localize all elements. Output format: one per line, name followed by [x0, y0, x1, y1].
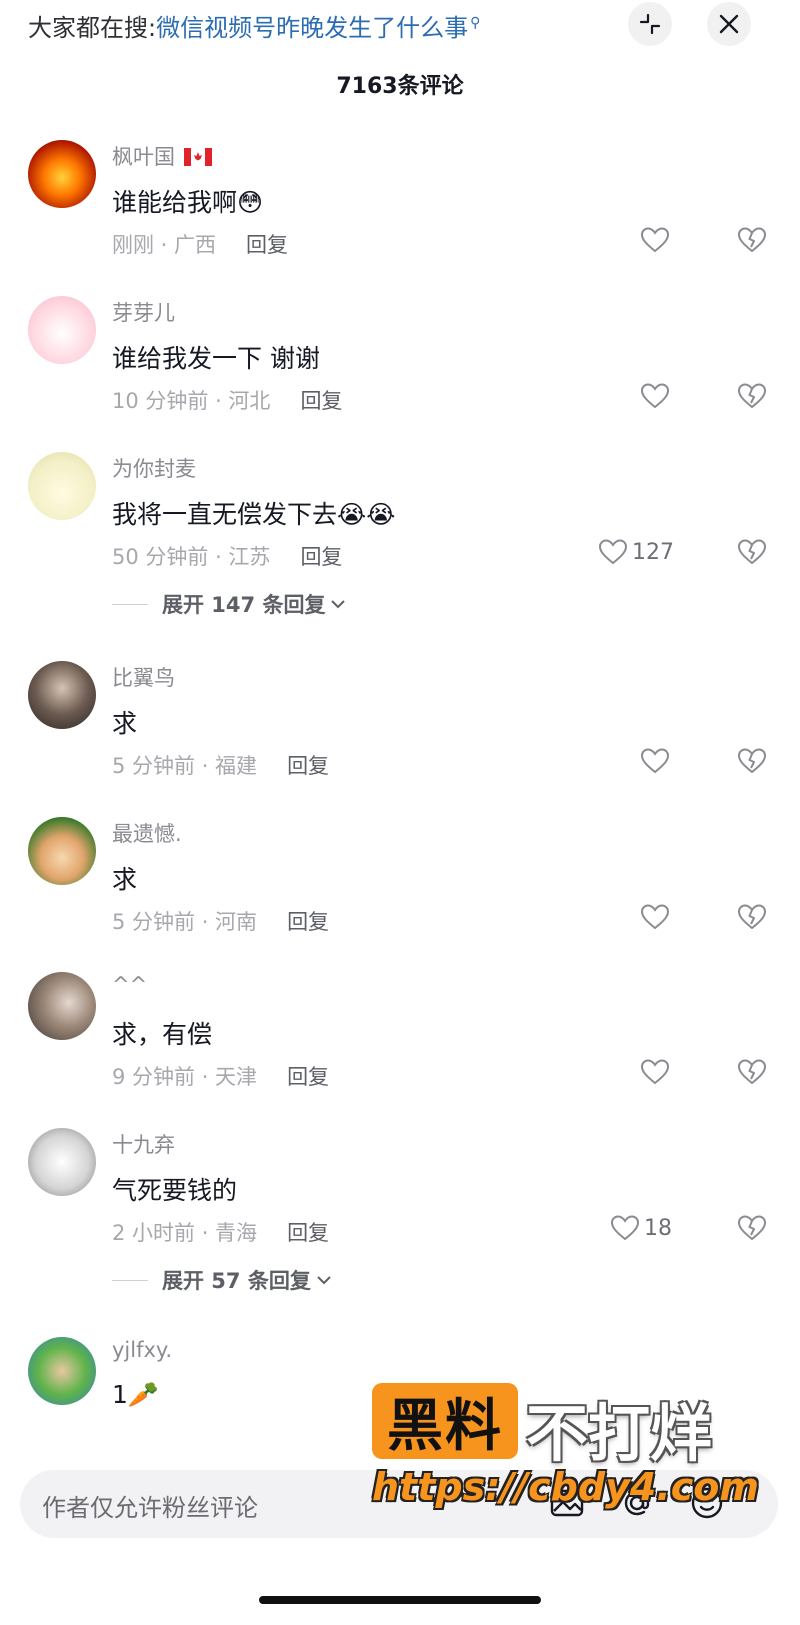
- collapse-button[interactable]: [628, 2, 672, 46]
- heart-icon: [640, 1059, 670, 1085]
- comment-input-placeholder: 作者仅允许粉丝评论: [42, 1494, 258, 1522]
- divider: [112, 603, 148, 605]
- broken-heart-icon: [738, 1215, 766, 1240]
- comment-text: 我将一直无偿发下去😭😭: [112, 500, 396, 529]
- broken-heart-icon: [738, 748, 766, 773]
- heart-icon: [610, 1215, 640, 1241]
- divider: [112, 1279, 148, 1281]
- watermark-logo: 黑料: [372, 1383, 518, 1459]
- collapse-icon: [639, 13, 661, 35]
- avatar[interactable]: [28, 972, 96, 1040]
- comment-meta: 9 分钟前 · 天津 回复: [112, 1065, 330, 1089]
- trending-label: 大家都在搜:: [28, 14, 157, 42]
- avatar[interactable]: [28, 1128, 96, 1196]
- heart-icon: [640, 227, 670, 253]
- watermark-text: 不打烊: [526, 1397, 713, 1470]
- comment-meta: 刚刚 · 广西 回复: [112, 233, 289, 257]
- like-button[interactable]: [640, 382, 670, 410]
- comment-username[interactable]: ^^: [112, 973, 147, 997]
- dislike-button[interactable]: [737, 903, 767, 935]
- broken-heart-icon: [738, 1059, 766, 1084]
- broken-heart-icon: [738, 539, 766, 564]
- like-button[interactable]: [640, 226, 670, 254]
- comment-username[interactable]: 枫叶国: [112, 141, 212, 171]
- dislike-button[interactable]: [737, 1058, 767, 1090]
- chevron-down-icon: [331, 600, 346, 609]
- like-count: 18: [644, 1215, 672, 1241]
- broken-heart-icon: [738, 383, 766, 408]
- dislike-button[interactable]: [737, 382, 767, 414]
- dislike-button[interactable]: [737, 747, 767, 779]
- close-icon: [719, 14, 739, 34]
- comment-meta: 2 小时前 · 青海 回复: [112, 1221, 330, 1245]
- canada-flag-icon: [183, 148, 212, 166]
- watermark-url: https://cbdy4.com: [372, 1465, 759, 1509]
- dislike-button[interactable]: [737, 538, 767, 570]
- reply-button[interactable]: 回复: [287, 754, 329, 778]
- home-indicator: [259, 1596, 541, 1604]
- comment-username[interactable]: 比翼鸟: [112, 662, 175, 692]
- comment-text: 求: [112, 865, 138, 894]
- comment-meta: 5 分钟前 · 福建 回复: [112, 754, 330, 778]
- avatar[interactable]: [28, 452, 96, 520]
- comment-username[interactable]: 十九弃: [112, 1129, 175, 1159]
- avatar[interactable]: [28, 140, 96, 208]
- heart-icon: [640, 383, 670, 409]
- comment-meta: 5 分钟前 · 河南 回复: [112, 910, 330, 934]
- broken-heart-icon: [738, 904, 766, 929]
- comment-count-title: 7163条评论: [336, 74, 464, 99]
- comment-username[interactable]: yjlfxy.: [112, 1338, 172, 1362]
- reply-button[interactable]: 回复: [246, 233, 288, 257]
- crying-emoji: 😭😭: [337, 500, 396, 529]
- like-button[interactable]: [640, 903, 670, 931]
- avatar[interactable]: [28, 661, 96, 729]
- dislike-button[interactable]: [737, 226, 767, 258]
- avatar[interactable]: [28, 1337, 96, 1405]
- like-button[interactable]: 127: [598, 538, 674, 566]
- reply-button[interactable]: 回复: [300, 389, 342, 413]
- comment-text: 谁给我发一下 谢谢: [112, 344, 320, 373]
- carrot-emoji: 🥕: [127, 1380, 160, 1409]
- reply-button[interactable]: 回复: [287, 1065, 329, 1089]
- heart-icon: [598, 539, 628, 565]
- broken-heart-icon: [738, 227, 766, 252]
- comment-username[interactable]: 最遗憾.: [112, 818, 182, 848]
- reply-button[interactable]: 回复: [287, 1221, 329, 1245]
- comment-text: 求: [112, 709, 138, 738]
- avatar[interactable]: [28, 817, 96, 885]
- comment-text: 求，有偿: [112, 1020, 213, 1049]
- close-button[interactable]: [707, 2, 751, 46]
- like-button[interactable]: [640, 1058, 670, 1086]
- like-button[interactable]: 18: [610, 1214, 672, 1242]
- comment-text: 气死要钱的: [112, 1176, 238, 1205]
- like-button[interactable]: [640, 747, 670, 775]
- like-count: 127: [632, 539, 674, 565]
- comment-meta: 10 分钟前 · 河北 回复: [112, 389, 343, 413]
- flushed-emoji: 😳: [237, 188, 264, 217]
- expand-replies-button[interactable]: 展开 57 条回复: [112, 1265, 333, 1295]
- trending-query-link[interactable]: 微信视频号昨晚发生了什么事: [156, 14, 468, 42]
- comment-text: 1🥕: [112, 1380, 160, 1409]
- comment-text: 谁能给我啊😳: [112, 188, 264, 217]
- expand-replies-button[interactable]: 展开 147 条回复: [112, 589, 347, 619]
- chevron-down-icon: [317, 1276, 331, 1285]
- dislike-button[interactable]: [737, 1214, 767, 1246]
- top-bar: 大家都在搜:微信视频号昨晚发生了什么事 ⚲: [0, 0, 800, 50]
- search-icon: ⚲: [470, 15, 481, 31]
- comment-meta: 50 分钟前 · 江苏 回复: [112, 545, 343, 569]
- comment-username[interactable]: 芽芽儿: [112, 297, 175, 327]
- heart-icon: [640, 748, 670, 774]
- trending-search[interactable]: 大家都在搜:微信视频号昨晚发生了什么事 ⚲: [28, 8, 480, 43]
- comment-username[interactable]: 为你封麦: [112, 453, 196, 483]
- reply-button[interactable]: 回复: [287, 910, 329, 934]
- avatar[interactable]: [28, 296, 96, 364]
- heart-icon: [640, 904, 670, 930]
- reply-button[interactable]: 回复: [300, 545, 342, 569]
